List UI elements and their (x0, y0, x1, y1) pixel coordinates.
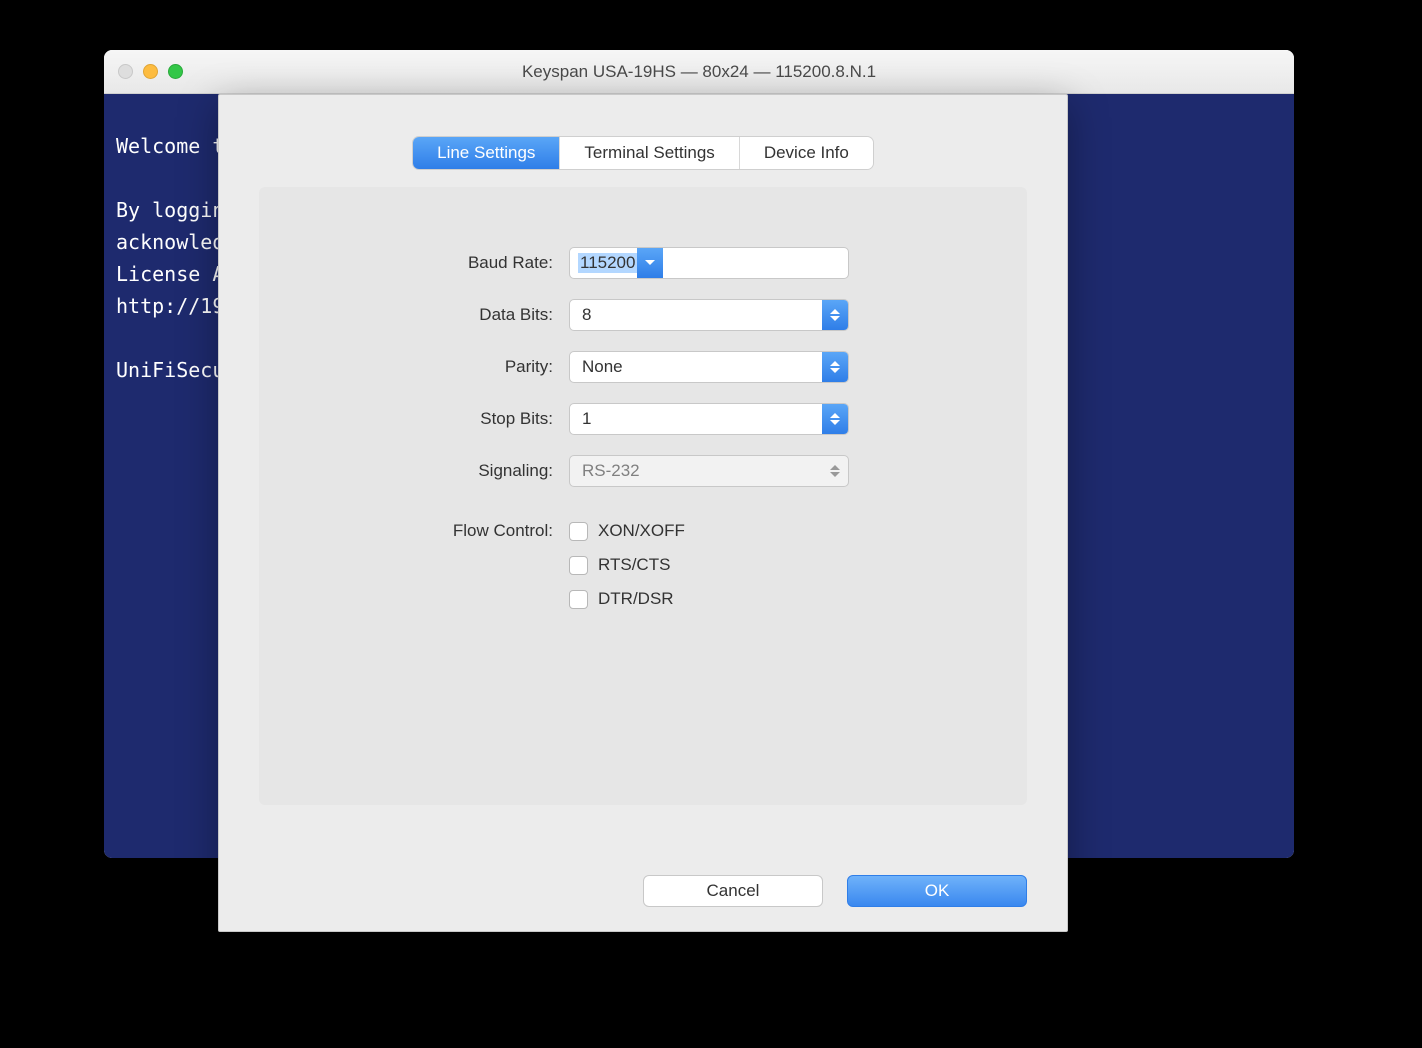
parity-value: None (570, 357, 822, 377)
chevrons-up-down-icon (822, 404, 848, 434)
baud-rate-label: Baud Rate: (299, 253, 569, 273)
ok-button[interactable]: OK (847, 875, 1027, 907)
flow-control-label: Flow Control: (299, 521, 569, 541)
stop-bits-row: Stop Bits: 1 (299, 403, 987, 435)
tab-terminal-settings[interactable]: Terminal Settings (560, 137, 739, 169)
window-title: Keyspan USA-19HS — 80x24 — 115200.8.N.1 (104, 62, 1294, 82)
data-bits-select[interactable]: 8 (569, 299, 849, 331)
flow-control-group: XON/XOFF RTS/CTS DTR/DSR (569, 521, 685, 609)
signaling-value: RS-232 (570, 461, 822, 481)
titlebar: Keyspan USA-19HS — 80x24 — 115200.8.N.1 (104, 50, 1294, 94)
chevron-down-icon (637, 248, 663, 278)
line-settings-dialog: Line Settings Terminal Settings Device I… (218, 94, 1068, 932)
dtr-dsr-label: DTR/DSR (598, 589, 674, 609)
rts-cts-checkbox[interactable] (569, 556, 588, 575)
close-window-button[interactable] (118, 64, 133, 79)
parity-row: Parity: None (299, 351, 987, 383)
dialog-buttons: Cancel OK (643, 875, 1027, 907)
xon-xoff-checkbox[interactable] (569, 522, 588, 541)
signaling-row: Signaling: RS-232 (299, 455, 987, 487)
tab-line-settings[interactable]: Line Settings (413, 137, 560, 169)
xon-xoff-checkbox-row: XON/XOFF (569, 521, 685, 541)
data-bits-row: Data Bits: 8 (299, 299, 987, 331)
data-bits-label: Data Bits: (299, 305, 569, 325)
rts-cts-checkbox-row: RTS/CTS (569, 555, 685, 575)
zoom-window-button[interactable] (168, 64, 183, 79)
cancel-button[interactable]: Cancel (643, 875, 823, 907)
dtr-dsr-checkbox-row: DTR/DSR (569, 589, 685, 609)
stop-bits-label: Stop Bits: (299, 409, 569, 429)
baud-rate-value: 115200 (578, 253, 637, 273)
xon-xoff-label: XON/XOFF (598, 521, 685, 541)
stop-bits-value: 1 (570, 409, 822, 429)
chevrons-up-down-icon (822, 352, 848, 382)
signaling-label: Signaling: (299, 461, 569, 481)
signaling-select: RS-232 (569, 455, 849, 487)
minimize-window-button[interactable] (143, 64, 158, 79)
baud-rate-combobox[interactable]: 115200 (569, 247, 849, 279)
flow-control-row: Flow Control: XON/XOFF RTS/CTS DTR/DSR (299, 521, 987, 609)
rts-cts-label: RTS/CTS (598, 555, 670, 575)
tab-device-info[interactable]: Device Info (740, 137, 873, 169)
chevrons-up-down-icon (822, 300, 848, 330)
dtr-dsr-checkbox[interactable] (569, 590, 588, 609)
chevrons-up-down-icon (822, 456, 848, 486)
data-bits-value: 8 (570, 305, 822, 325)
baud-rate-row: Baud Rate: 115200 (299, 247, 987, 279)
stop-bits-select[interactable]: 1 (569, 403, 849, 435)
parity-select[interactable]: None (569, 351, 849, 383)
traffic-lights (104, 64, 183, 79)
parity-label: Parity: (299, 357, 569, 377)
tabs: Line Settings Terminal Settings Device I… (219, 137, 1067, 169)
settings-panel: Baud Rate: 115200 Data Bits: 8 Parity: (259, 187, 1027, 805)
